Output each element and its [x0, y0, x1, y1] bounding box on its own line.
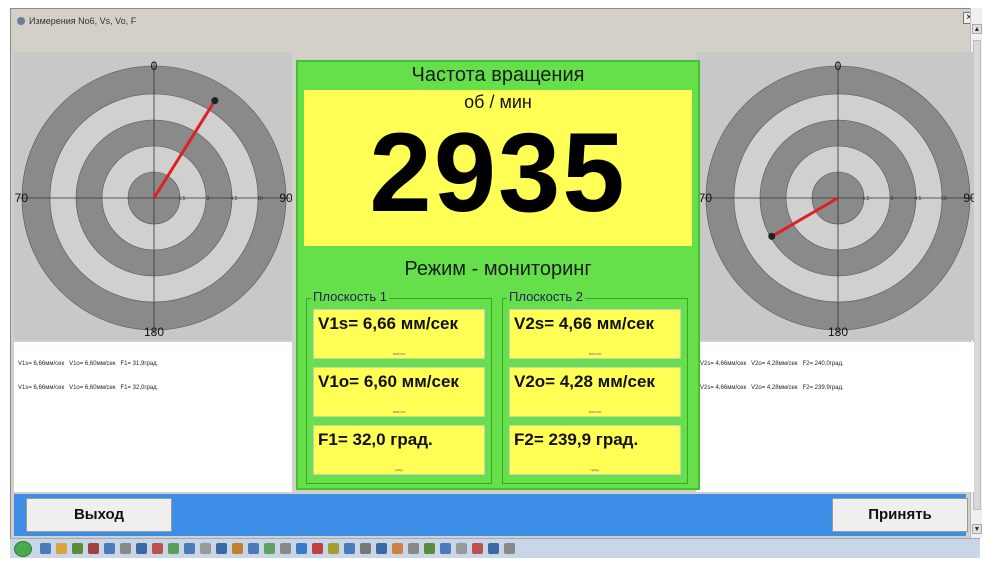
window-title: Измерения No6, Vs, Vo, F	[29, 16, 137, 26]
ring-scale-label: 3	[891, 196, 894, 202]
left-dial-panel: 0 180 270 90 1.5 3 4.5 10	[14, 52, 292, 340]
taskbar-app-icon[interactable]	[136, 543, 147, 554]
taskbar-app-icon[interactable]	[168, 543, 179, 554]
ring-scale-label: 1.5	[179, 196, 186, 202]
taskbar-app-icon[interactable]	[488, 543, 499, 554]
plane-2-label: Плоскость 2	[507, 289, 585, 304]
rpm-title: Частота вращения	[411, 64, 585, 86]
os-taskbar	[10, 538, 980, 558]
history-line: V1s= 6,66мм/сек V1o= 6,60мм/сек F1= 31,9…	[18, 361, 159, 367]
taskbar-app-icon[interactable]	[216, 543, 227, 554]
taskbar-app-icon[interactable]	[328, 543, 339, 554]
start-button[interactable]	[14, 540, 32, 557]
dial-label-180: 180	[144, 325, 164, 339]
taskbar-app-icon[interactable]	[104, 543, 115, 554]
taskbar-app-icon[interactable]	[376, 543, 387, 554]
unbalance-vector-tip	[768, 232, 776, 240]
taskbar-app-icon[interactable]	[264, 543, 275, 554]
v2s-unit: мм/сек	[588, 351, 602, 356]
ring-scale-label: 1.5	[863, 196, 870, 202]
rpm-value: 2935	[369, 110, 627, 235]
taskbar-app-icon[interactable]	[424, 543, 435, 554]
app-icon	[17, 17, 25, 25]
v1s-value: V1s= 6,66 мм/сек	[318, 314, 459, 333]
taskbar-app-icon[interactable]	[296, 543, 307, 554]
taskbar-app-icon[interactable]	[392, 543, 403, 554]
f1-unit: град.	[394, 467, 404, 472]
f1-value: F1= 32,0 град.	[318, 430, 433, 449]
left-history-list: V1s= 6,66мм/сек V1o= 6,60мм/сек F1= 31,9…	[14, 342, 292, 492]
v1s-unit: мм/сек	[392, 351, 406, 356]
f2-unit: град.	[590, 467, 600, 472]
exit-button[interactable]: Выход	[26, 498, 172, 532]
taskbar-app-icon[interactable]	[184, 543, 195, 554]
ring-scale-label: 10	[257, 196, 263, 202]
v2s-value: V2s= 4,66 мм/сек	[514, 314, 655, 333]
plane-1-group: Плоскость 1 V1s= 6,66 мм/сек мм/сек V1o=…	[306, 289, 492, 484]
plane-1-label: Плоскость 1	[311, 289, 389, 304]
taskbar-app-icon[interactable]	[280, 543, 291, 554]
dial-label-0: 0	[151, 59, 158, 73]
history-line: V2s= 4,66мм/сек V2o= 4,28мм/сек F2= 240,…	[700, 361, 844, 367]
bottom-action-bar: Выход Принять	[14, 494, 968, 536]
taskbar-app-icon[interactable]	[88, 543, 99, 554]
dial-label-90: 90	[963, 191, 974, 205]
v2o-value: V2o= 4,28 мм/сек	[514, 372, 655, 391]
v2o-value-box: V2o= 4,28 мм/сек мм/сек	[509, 367, 681, 417]
v1o-value-box: V1o= 6,60 мм/сек мм/сек	[313, 367, 485, 417]
v1o-value: V1o= 6,60 мм/сек	[318, 372, 459, 391]
taskbar-app-icon[interactable]	[72, 543, 83, 554]
taskbar-app-icon[interactable]	[152, 543, 163, 554]
taskbar-app-icon[interactable]	[504, 543, 515, 554]
title-bar: Измерения No6, Vs, Vo, F	[11, 9, 979, 29]
taskbar-app-icon[interactable]	[312, 543, 323, 554]
v1s-value-box: V1s= 6,66 мм/сек мм/сек	[313, 309, 485, 359]
right-history-list: V2s= 4,66мм/сек V2o= 4,28мм/сек F2= 240,…	[696, 342, 974, 492]
right-polar-dial: 0180270901.534.510	[696, 59, 974, 339]
v2o-unit: мм/сек	[588, 409, 602, 414]
taskbar-icons	[40, 543, 520, 554]
accept-button[interactable]: Принять	[832, 498, 968, 532]
taskbar-app-icon[interactable]	[232, 543, 243, 554]
mode-label: Режим - мониторинг	[404, 258, 592, 280]
taskbar-app-icon[interactable]	[440, 543, 451, 554]
taskbar-app-icon[interactable]	[200, 543, 211, 554]
history-line: V2s= 4,66мм/сек V2o= 4,28мм/сек F2= 239,…	[700, 385, 844, 391]
taskbar-app-icon[interactable]	[56, 543, 67, 554]
plane-2-group: Плоскость 2 V2s= 4,66 мм/сек мм/сек V2o=…	[502, 289, 688, 484]
f2-value-box: F2= 239,9 град. град.	[509, 425, 681, 475]
ring-scale-label: 4.5	[231, 196, 238, 202]
taskbar-app-icon[interactable]	[344, 543, 355, 554]
taskbar-app-icon[interactable]	[360, 543, 371, 554]
v2s-value-box: V2s= 4,66 мм/сек мм/сек	[509, 309, 681, 359]
dial-label-270: 270	[14, 191, 28, 205]
scroll-thumb[interactable]	[973, 40, 981, 510]
unbalance-vector-tip	[211, 97, 219, 105]
f2-value: F2= 239,9 град.	[514, 430, 639, 449]
left-polar-dial: 0 180 270 90 1.5 3 4.5 10	[14, 59, 292, 339]
ring-scale-label: 3	[207, 196, 210, 202]
ring-scale-label: 10	[941, 196, 947, 202]
rpm-box: об / мин 2935	[304, 90, 692, 246]
taskbar-app-icon[interactable]	[248, 543, 259, 554]
taskbar-app-icon[interactable]	[408, 543, 419, 554]
right-dial-panel: 0180270901.534.510	[696, 52, 974, 340]
dial-label-180: 180	[828, 325, 848, 339]
dial-label-90: 90	[279, 191, 292, 205]
ring-scale-label: 4.5	[915, 196, 922, 202]
scroll-down-arrow-icon[interactable]: ▼	[972, 524, 982, 534]
taskbar-app-icon[interactable]	[120, 543, 131, 554]
dial-label-0: 0	[835, 59, 842, 73]
scroll-up-arrow-icon[interactable]: ▲	[972, 24, 982, 34]
center-panel: Частота вращения об / мин 2935 Режим - м…	[296, 60, 700, 490]
history-line: V1s= 6,66мм/сек V1o= 6,60мм/сек F1= 32,0…	[18, 385, 159, 391]
v1o-unit: мм/сек	[392, 409, 406, 414]
f1-value-box: F1= 32,0 град. град.	[313, 425, 485, 475]
taskbar-app-icon[interactable]	[40, 543, 51, 554]
taskbar-app-icon[interactable]	[456, 543, 467, 554]
taskbar-app-icon[interactable]	[472, 543, 483, 554]
